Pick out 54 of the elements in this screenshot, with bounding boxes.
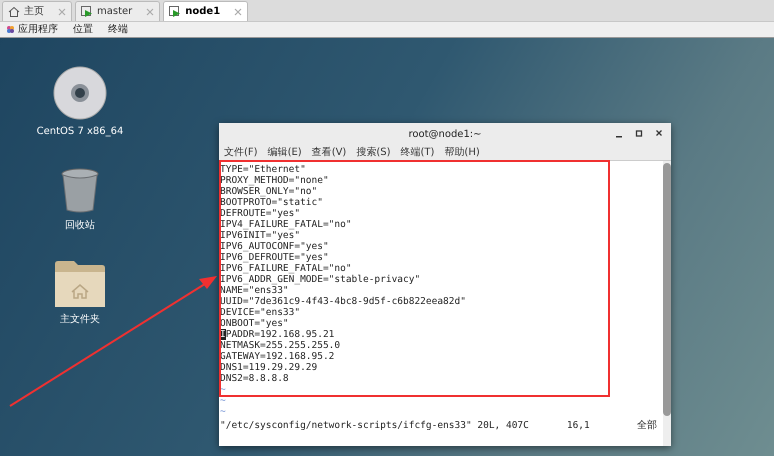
desktop-icon-label[interactable]: 主文件夹 [60, 312, 100, 327]
tab[interactable]: master [75, 1, 160, 21]
maximize-icon[interactable] [635, 128, 643, 138]
menu-item[interactable]: 应用程序 [18, 22, 58, 37]
tab-label: master [97, 5, 132, 19]
code-line: IPV6_DEFROUTE="yes" [220, 252, 329, 263]
tab[interactable]: 主页 [2, 1, 72, 21]
menu-item[interactable]: 文件(F) [224, 145, 258, 160]
home-folder-icon [54, 260, 106, 308]
code-line: UUID="7de361c9-4f43-4bc8-9d5f-c6b822eea82d" [220, 296, 466, 307]
code-line: NAME="ens33" [220, 285, 289, 296]
trash-icon [60, 168, 100, 214]
code-line: IPV6_FAILURE_FATAL="no" [220, 263, 352, 274]
code-line: BOOTPROTO="static" [220, 197, 323, 208]
code-line: TYPE="Ethernet" [220, 164, 306, 175]
tab-label: 主页 [24, 4, 44, 19]
menu-item[interactable]: 搜索(S) [356, 145, 390, 160]
code-line: IPV6_AUTOCONF="yes" [220, 241, 329, 252]
applications-icon [6, 25, 15, 34]
code-line: DEVICE="ens33" [220, 307, 300, 318]
code-line: BROWSER_ONLY="no" [220, 186, 318, 197]
empty-line-marker: ~ [220, 406, 226, 417]
tab[interactable]: node1 [163, 1, 248, 21]
code-line: DNS1=119.29.29.29 [220, 362, 318, 373]
code-line: GATEWAY=192.168.95.2 [220, 351, 334, 362]
code-line: DEFROUTE="yes" [220, 208, 300, 219]
window-title: root@node1:~ [408, 128, 482, 142]
code-line: IPV4_FAILURE_FATAL="no" [220, 219, 352, 230]
close-icon[interactable] [655, 128, 663, 138]
status-scope: 全部 [637, 420, 657, 431]
code-line: ONBOOT="yes" [220, 318, 289, 329]
menu-item[interactable]: 位置 [73, 22, 93, 37]
menu-item[interactable]: 帮助(H) [444, 145, 480, 160]
virtual-machine-icon [81, 6, 93, 18]
home-icon [8, 6, 20, 18]
code-line: NETMASK=255.255.255.0 [220, 340, 340, 351]
empty-line-marker: ~ [220, 395, 226, 406]
code-line: IPV6INIT="yes" [220, 230, 300, 241]
status-position: 16,1 [566, 420, 590, 431]
desktop-icon-label[interactable]: CentOS 7 x86_64 [36, 124, 124, 139]
menu-item[interactable]: 查看(V) [312, 145, 346, 160]
status-file: "/etc/sysconfig/network-scripts/ifcfg-ens33" 20L, 407C [220, 420, 529, 431]
scrollbar[interactable] [663, 161, 671, 446]
virtual-machine-icon [169, 6, 182, 18]
code-line: DNS2=8.8.8.8 [220, 373, 289, 384]
disc-icon [53, 66, 107, 120]
code-line: PROXY_METHOD="none" [220, 175, 329, 186]
code-line: IPV6_ADDR_GEN_MODE="stable-privacy" [220, 274, 420, 285]
menu-item[interactable]: 终端(T) [400, 145, 434, 160]
desktop-icon-label[interactable]: 回收站 [65, 218, 95, 233]
menu-item[interactable]: 终端 [108, 22, 128, 37]
tab-label: node1 [185, 5, 220, 19]
code-line: IPADDR=192.168.95.21 [220, 329, 334, 340]
menu-item[interactable]: 编辑(E) [268, 145, 302, 160]
